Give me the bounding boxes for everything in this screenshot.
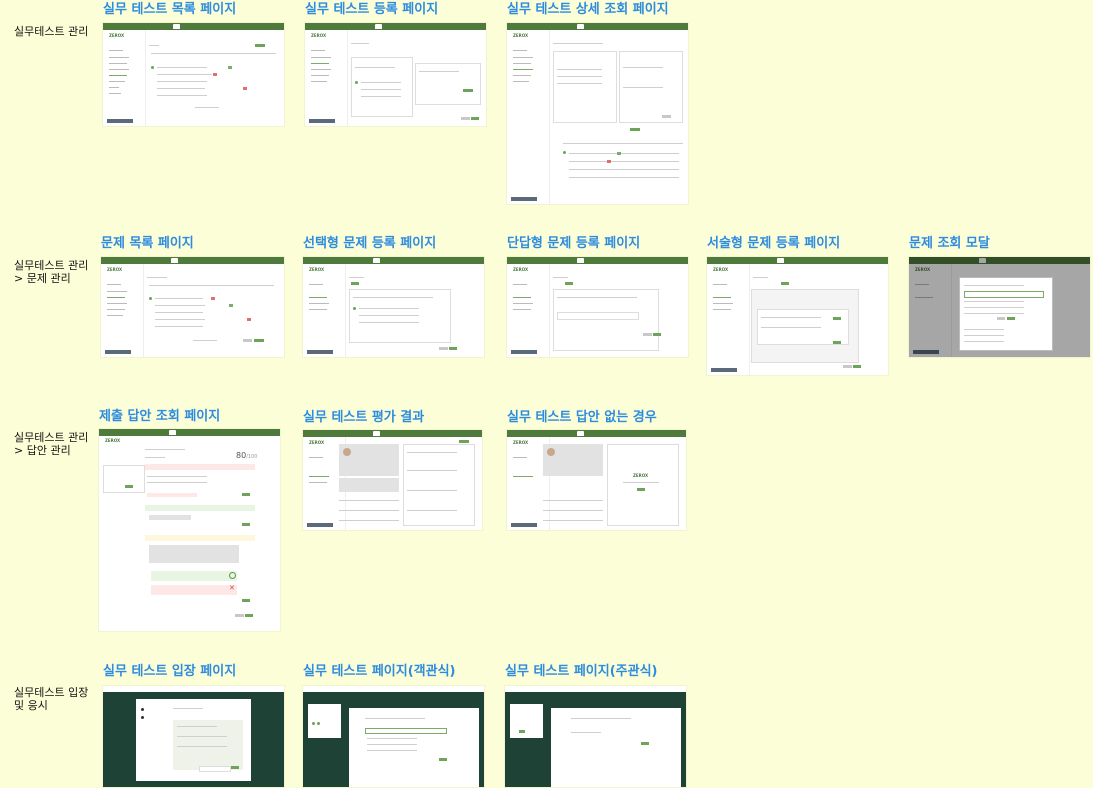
frame-title-short-answer: 단답형 문제 등록 페이지 (507, 236, 641, 251)
frame-title-objective-test: 실무 테스트 페이지(객관식) (303, 664, 456, 679)
thumb-test-detail[interactable]: ZEROX (507, 23, 688, 204)
thumb-submitted-answer[interactable]: ZEROX 80/100 ✕ (99, 429, 280, 631)
frame-title-subjective-test: 실무 테스트 페이지(주관식) (505, 664, 658, 679)
section-label-question-management: 실무테스트 관리 > 문제 관리 (14, 259, 89, 285)
thumb-objective-test[interactable] (303, 686, 484, 787)
frame-title-test-list: 실무 테스트 목록 페이지 (103, 2, 237, 17)
avatar (343, 448, 351, 456)
frame-title-test-register: 실무 테스트 등록 페이지 (305, 2, 439, 17)
section-label-test-entry: 실무테스트 입장 및 응시 (14, 686, 89, 712)
frame-title-test-entry: 실무 테스트 입장 페이지 (103, 664, 237, 679)
thumb-question-list[interactable]: ZEROX (101, 257, 284, 357)
thumb-test-register[interactable]: ZEROX (305, 23, 486, 126)
thumb-test-entry[interactable] (103, 686, 284, 787)
section-label-answer-management: 실무테스트 관리 > 답안 관리 (14, 431, 89, 457)
frame-title-question-list: 문제 목록 페이지 (101, 236, 194, 251)
thumb-choice-question[interactable]: ZEROX (303, 257, 484, 357)
frame-title-submitted-answer: 제출 답안 조회 페이지 (99, 409, 221, 424)
frame-title-question-modal: 문제 조회 모달 (909, 236, 990, 251)
section-label-test-management: 실무테스트 관리 (14, 25, 89, 38)
score-value: 80 (236, 451, 247, 460)
avatar (547, 448, 555, 456)
thumb-evaluation-result[interactable]: ZEROX (303, 430, 482, 530)
score-display: 80/100 (236, 451, 257, 462)
frame-title-evaluation-result: 실무 테스트 평가 결과 (303, 410, 425, 425)
thumb-short-answer[interactable]: ZEROX (507, 257, 688, 357)
frame-title-essay-question: 서술형 문제 등록 페이지 (707, 236, 841, 251)
frame-title-no-answer: 실무 테스트 답안 없는 경우 (507, 410, 657, 425)
thumb-essay-question[interactable]: ZEROX (707, 257, 888, 375)
x-mark-icon: ✕ (229, 584, 235, 592)
check-circle-icon (229, 572, 236, 579)
score-total: /100 (246, 454, 258, 460)
thumb-question-modal[interactable]: ZEROX (909, 257, 1090, 357)
frame-title-test-detail: 실무 테스트 상세 조회 페이지 (507, 2, 669, 17)
thumb-subjective-test[interactable] (505, 686, 686, 787)
thumb-no-answer[interactable]: ZEROX ZEROX (507, 430, 686, 530)
frame-title-choice-question: 선택형 문제 등록 페이지 (303, 236, 437, 251)
thumb-test-list[interactable]: ZEROX (103, 23, 284, 126)
